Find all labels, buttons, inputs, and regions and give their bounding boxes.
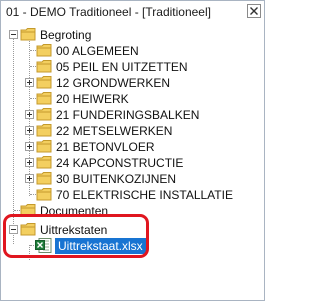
tree-label: 70 ELEKTRISCHE INSTALLATIE	[56, 188, 233, 202]
expand-toggle[interactable]	[25, 174, 34, 183]
tree-label: 22 METSELWERKEN	[56, 124, 173, 138]
folder-icon	[36, 92, 52, 105]
expand-toggle[interactable]	[25, 126, 34, 135]
tree-label: Begroting	[40, 28, 92, 42]
tree-label: 12 GRONDWERKEN	[56, 76, 171, 90]
folder-icon	[36, 172, 52, 185]
tree-node-begroting-item[interactable]: 22 METSELWERKEN	[1, 123, 241, 139]
tree-node-begroting[interactable]: Begroting	[1, 27, 201, 43]
tree-label: 21 FUNDERINGSBALKEN	[56, 108, 200, 122]
plus-icon	[27, 112, 32, 117]
tree-node-begroting-item[interactable]: 30 BUITENKOZIJNEN	[1, 171, 241, 187]
expand-toggle[interactable]	[25, 158, 34, 167]
tree-node-begroting-item[interactable]: 24 KAPCONSTRUCTIE	[1, 155, 241, 171]
tree-node-begroting-item[interactable]: 05 PEIL EN UITZETTEN	[1, 59, 241, 75]
tree-label: 20 HEIWERK	[56, 92, 129, 106]
tree-label: 00 ALGEMEEN	[56, 44, 139, 58]
expand-toggle[interactable]	[25, 110, 34, 119]
plus-icon	[27, 144, 32, 149]
tree-node-begroting-item[interactable]: 70 ELEKTRISCHE INSTALLATIE	[1, 187, 241, 203]
tree-node-begroting-item[interactable]: 20 HEIWERK	[1, 91, 241, 107]
folder-icon	[36, 156, 52, 169]
folder-icon	[36, 140, 52, 153]
folder-icon	[36, 60, 52, 73]
project-tree: Begroting 00 ALGEMEEN 05 PEIL EN UITZETTE…	[1, 23, 264, 300]
folder-icon	[36, 188, 52, 201]
close-button[interactable]	[247, 4, 261, 18]
folder-icon	[20, 28, 36, 41]
expand-toggle[interactable]	[25, 142, 34, 151]
tree-panel: 01 - DEMO Traditioneel - [Traditioneel] …	[0, 0, 265, 301]
tree-node-begroting-item[interactable]: 21 FUNDERINGSBALKEN	[1, 107, 241, 123]
folder-icon	[36, 124, 52, 137]
tree-label: 05 PEIL EN UITZETTEN	[56, 60, 188, 74]
tree-node-begroting-item[interactable]: 00 ALGEMEEN	[1, 43, 241, 59]
tree-label: 30 BUITENKOZIJNEN	[56, 172, 177, 186]
tree-label: 24 KAPCONSTRUCTIE	[56, 156, 184, 170]
folder-icon	[36, 108, 52, 121]
plus-icon	[27, 160, 32, 165]
tree-node-begroting-item[interactable]: 21 BETONVLOER	[1, 139, 241, 155]
plus-icon	[27, 128, 32, 133]
highlight-annotation	[3, 214, 149, 258]
close-icon	[250, 7, 258, 15]
folder-icon	[36, 44, 52, 57]
plus-icon	[27, 176, 32, 181]
folder-icon	[36, 76, 52, 89]
panel-title: 01 - DEMO Traditioneel - [Traditioneel]	[6, 5, 211, 19]
panel-titlebar: 01 - DEMO Traditioneel - [Traditioneel]	[1, 1, 264, 22]
plus-icon	[27, 80, 32, 85]
minus-icon	[11, 34, 16, 35]
expand-toggle[interactable]	[25, 78, 34, 87]
tree-node-begroting-item[interactable]: 12 GRONDWERKEN	[1, 75, 241, 91]
collapse-toggle[interactable]	[9, 30, 18, 39]
tree-label: 21 BETONVLOER	[56, 140, 155, 154]
